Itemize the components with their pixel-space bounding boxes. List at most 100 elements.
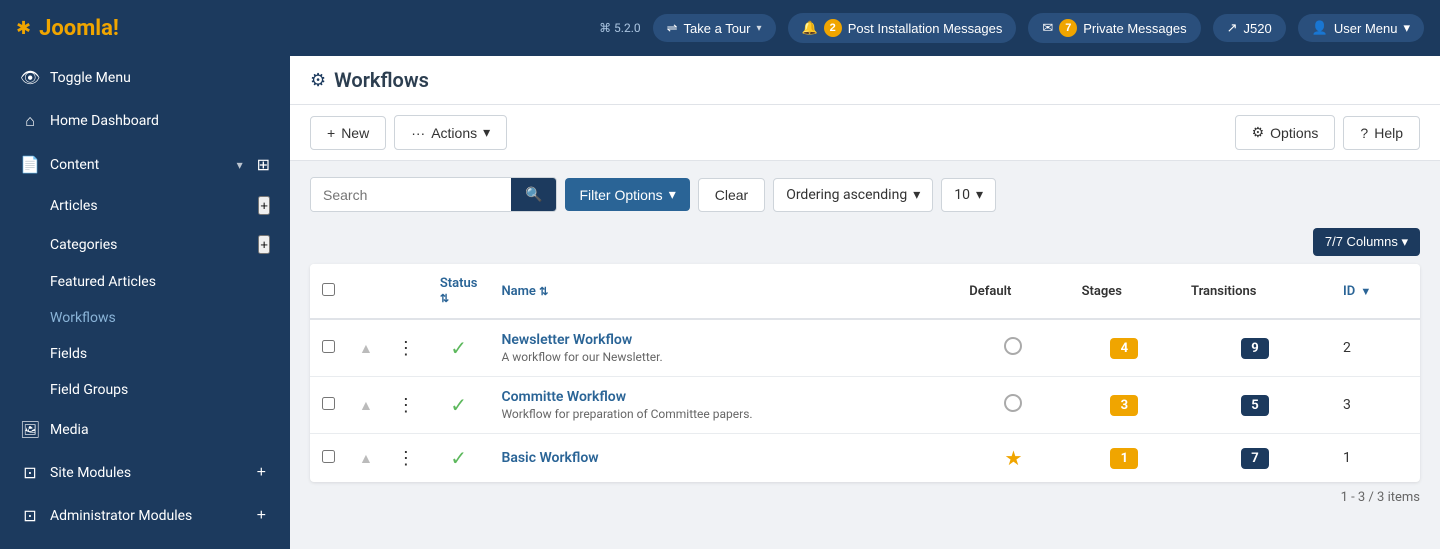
row-checkbox[interactable] <box>322 450 335 463</box>
filter-options-chevron-icon: ▾ <box>669 186 676 203</box>
row-menu-icon[interactable]: ⋮ <box>397 338 416 359</box>
private-messages-button[interactable]: ✉ 7 Private Messages <box>1028 13 1200 43</box>
sidebar-workflows-label: Workflows <box>50 310 116 326</box>
col-status[interactable]: Status ⇅ <box>428 264 490 319</box>
drag-handle-icon[interactable]: ▲ <box>359 451 373 467</box>
transitions-badge: 5 <box>1241 395 1269 416</box>
sidebar-toggle-menu[interactable]: 👁 Toggle Menu <box>0 56 290 99</box>
row-menu-icon[interactable]: ⋮ <box>397 448 416 469</box>
col-id[interactable]: ID ▼ <box>1331 264 1420 319</box>
col-status-label: Status <box>440 276 478 291</box>
default-radio[interactable] <box>1004 394 1022 412</box>
sidebar-item-admin-modules[interactable]: ⊡ Administrator Modules + <box>0 494 290 537</box>
help-button[interactable]: ? Help <box>1343 116 1420 150</box>
user-menu-label: User Menu <box>1334 21 1398 36</box>
question-icon: ? <box>1360 125 1368 141</box>
sidebar-item-categories[interactable]: Categories + <box>0 225 290 264</box>
select-all-checkbox[interactable] <box>322 283 335 296</box>
row-menu-icon[interactable]: ⋮ <box>397 395 416 416</box>
col-default-label: Default <box>969 284 1011 299</box>
logo-text: Joomla! <box>39 16 119 41</box>
row-id: 3 <box>1331 377 1420 434</box>
sidebar-field-groups-label: Field Groups <box>50 382 128 398</box>
site-label: J520 <box>1244 21 1272 36</box>
site-button[interactable]: ↗ J520 <box>1213 14 1286 42</box>
table-row: ▲ ⋮ ✓ Basic Workflow ★ 1 7 1 <box>310 434 1420 483</box>
sidebar-item-fields[interactable]: Fields <box>0 336 290 372</box>
sidebar-item-featured-articles[interactable]: Featured Articles <box>0 264 290 300</box>
options-button[interactable]: ⚙ Options <box>1235 115 1336 150</box>
default-star-icon[interactable]: ★ <box>1004 446 1022 470</box>
sidebar-featured-label: Featured Articles <box>50 274 156 290</box>
mail-icon: ✉ <box>1042 20 1053 36</box>
per-page-chevron-icon: ▾ <box>976 187 983 203</box>
drag-handle-icon[interactable]: ▲ <box>359 341 373 357</box>
table-row: ▲ ⋮ ✓ Newsletter Workflow A workflow for… <box>310 319 1420 377</box>
id-sort-icon: ▼ <box>1360 285 1371 298</box>
clear-button-label: Clear <box>715 187 748 203</box>
user-menu-chevron-icon: ▾ <box>1403 20 1410 36</box>
name-sort-icon: ⇅ <box>539 285 548 298</box>
col-default: Default <box>957 264 1069 319</box>
sidebar-item-media[interactable]: 🖼 Media <box>0 408 290 451</box>
sidebar: 👁 Toggle Menu ⌂ Home Dashboard 📄 Content… <box>0 56 290 549</box>
sidebar-toggle-label: Toggle Menu <box>50 70 270 86</box>
site-modules-add-button[interactable]: + <box>253 464 270 482</box>
sidebar-admin-modules-label: Administrator Modules <box>50 508 243 524</box>
sidebar-item-home[interactable]: ⌂ Home Dashboard <box>0 99 290 143</box>
plus-icon: + <box>327 125 335 141</box>
filter-options-label: Filter Options <box>579 187 662 203</box>
stages-badge: 3 <box>1110 395 1138 416</box>
status-published-icon[interactable]: ✓ <box>450 446 467 470</box>
sidebar-item-site-modules[interactable]: ⊡ Site Modules + <box>0 451 290 494</box>
drag-handle-icon[interactable]: ▲ <box>359 398 373 414</box>
row-checkbox[interactable] <box>322 340 335 353</box>
workflow-name-link[interactable]: Committe Workflow <box>501 389 626 405</box>
status-published-icon[interactable]: ✓ <box>450 393 467 417</box>
new-button-label: New <box>341 125 369 141</box>
row-id: 1 <box>1331 434 1420 483</box>
take-tour-button[interactable]: ⇌ Take a Tour ▾ <box>653 14 776 42</box>
default-radio[interactable] <box>1004 337 1022 355</box>
per-page-select[interactable]: 10 ▾ <box>941 178 996 212</box>
toolbar: + New ··· Actions ▾ ⚙ Options ? Help <box>290 105 1440 161</box>
col-transitions: Transitions <box>1179 264 1331 319</box>
content-area: ⚙ Workflows + New ··· Actions ▾ ⚙ Option… <box>290 56 1440 549</box>
sidebar-articles-label: Articles <box>50 198 98 214</box>
sidebar-site-modules-label: Site Modules <box>50 465 243 481</box>
articles-add-button[interactable]: + <box>258 196 270 215</box>
sidebar-content-label: Content <box>50 157 227 173</box>
toggle-icon: 👁 <box>20 68 40 87</box>
row-checkbox[interactable] <box>322 397 335 410</box>
page-header: ⚙ Workflows <box>290 56 1440 105</box>
ordering-select[interactable]: Ordering ascending ▾ <box>773 178 933 212</box>
stages-badge: 4 <box>1110 338 1138 359</box>
categories-add-button[interactable]: + <box>258 235 270 254</box>
bell-icon: 🔔 <box>802 20 818 36</box>
sidebar-categories-label: Categories <box>50 237 117 253</box>
search-button[interactable]: 🔍 <box>511 178 556 211</box>
sidebar-item-field-groups[interactable]: Field Groups <box>0 372 290 408</box>
post-install-messages-button[interactable]: 🔔 2 Post Installation Messages <box>788 13 1017 43</box>
sidebar-media-label: Media <box>50 422 270 438</box>
sidebar-item-workflows[interactable]: Workflows <box>0 300 290 336</box>
per-page-value: 10 <box>954 187 970 203</box>
workflow-name-link[interactable]: Newsletter Workflow <box>501 332 632 348</box>
admin-modules-icon: ⊡ <box>20 506 40 525</box>
col-name[interactable]: Name ⇅ <box>489 264 957 319</box>
columns-button[interactable]: 7/7 Columns ▾ <box>1313 228 1420 256</box>
actions-button[interactable]: ··· Actions ▾ <box>394 115 507 150</box>
transitions-badge: 9 <box>1241 338 1269 359</box>
sidebar-item-content[interactable]: 📄 Content ▾ ⊞ <box>0 143 290 186</box>
filter-options-button[interactable]: Filter Options ▾ <box>565 178 689 211</box>
status-published-icon[interactable]: ✓ <box>450 336 467 360</box>
search-input[interactable] <box>311 178 511 211</box>
top-navigation: ✱ Joomla! ⌘ 5.2.0 ⇌ Take a Tour ▾ 🔔 2 Po… <box>0 0 1440 56</box>
admin-modules-add-button[interactable]: + <box>253 507 270 525</box>
new-button[interactable]: + New <box>310 116 386 150</box>
user-menu-button[interactable]: 👤 User Menu ▾ <box>1298 14 1424 42</box>
sidebar-item-articles[interactable]: Articles + <box>0 186 290 225</box>
clear-button[interactable]: Clear <box>698 178 765 212</box>
content-chevron-icon: ▾ <box>237 158 243 172</box>
workflow-name-link[interactable]: Basic Workflow <box>501 450 598 466</box>
